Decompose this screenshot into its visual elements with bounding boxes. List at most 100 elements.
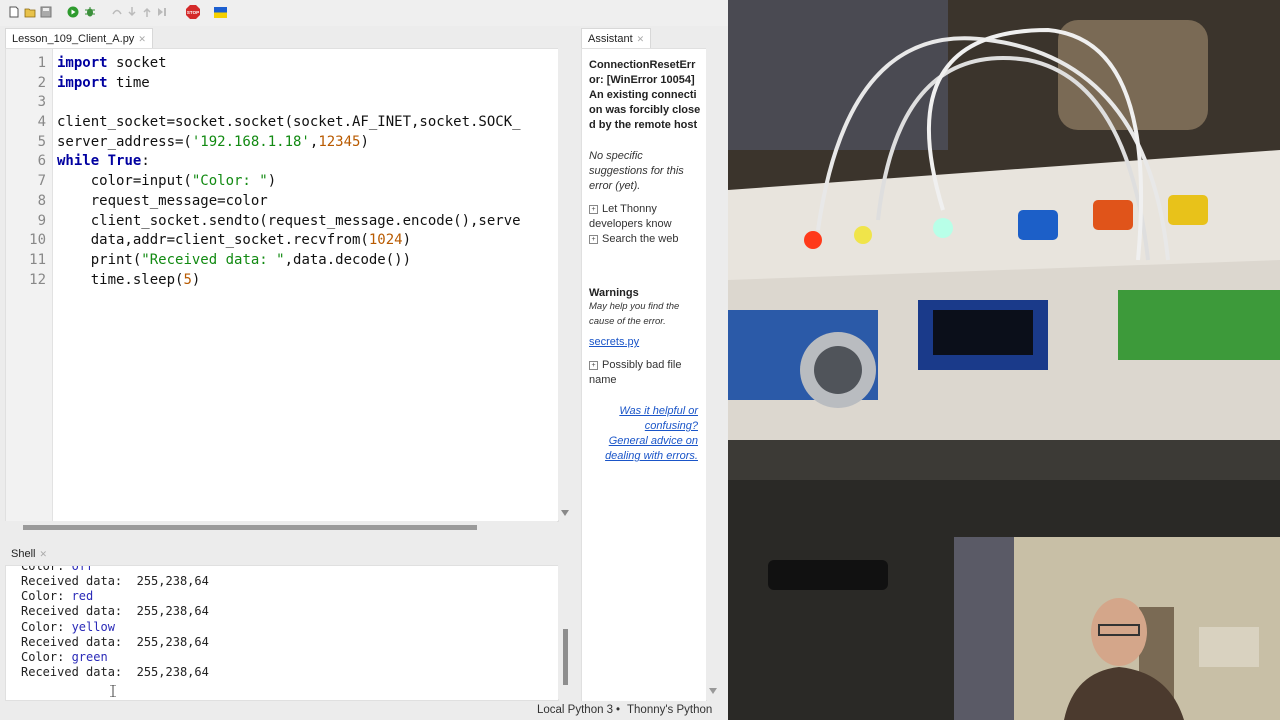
- line-number: 12: [29, 272, 46, 288]
- shell-prompt: Color:: [21, 589, 72, 603]
- general-advice-link[interactable]: General advice on dealing with errors.: [584, 434, 698, 464]
- search-web-item[interactable]: + Search the web: [589, 232, 701, 247]
- let-thonny-know-item[interactable]: + Let Thonny developers know: [589, 202, 701, 232]
- code-line: server_address=('192.168.1.18',12345): [57, 134, 369, 150]
- expand-icon[interactable]: +: [589, 235, 598, 244]
- code-line: import socket: [57, 55, 167, 71]
- line-number: 6: [37, 153, 46, 169]
- search-web-label: Search the web: [602, 233, 679, 245]
- stop-icon[interactable]: STOP: [186, 5, 200, 19]
- open-file-icon[interactable]: [24, 6, 36, 18]
- bad-file-name-item[interactable]: + Possibly bad file name: [589, 358, 701, 388]
- shell-scroll-thumb[interactable]: [563, 629, 568, 685]
- shell-prompt: Color:: [21, 650, 72, 664]
- shell-prompt: Color:: [21, 620, 72, 634]
- shell-line: Received data: 255,238,64: [21, 665, 209, 679]
- code-editor[interactable]: 1 2 3 4 5 6 7 8 9 10 11 12 import socket…: [5, 48, 559, 522]
- scroll-down-arrow-icon[interactable]: [561, 510, 569, 516]
- code-token: import: [57, 75, 108, 91]
- close-icon[interactable]: ✕: [138, 34, 146, 44]
- line-number: 10: [29, 232, 46, 248]
- editor-vertical-scrollbar[interactable]: [558, 48, 572, 520]
- shell-prompt: Color:: [21, 565, 72, 573]
- code-token: ): [267, 173, 277, 189]
- close-icon[interactable]: ✕: [39, 549, 47, 559]
- shell-line: Received data: 255,238,64: [21, 604, 209, 618]
- shell-line: Received data: 255,238,64: [21, 574, 209, 588]
- line-number: 2: [37, 75, 46, 91]
- let-thonny-know-label: Let Thonny developers know: [589, 203, 672, 230]
- step-into-icon: [128, 7, 136, 17]
- horizontal-scroll-thumb[interactable]: [23, 525, 477, 530]
- shell-vertical-scrollbar[interactable]: [558, 565, 572, 699]
- code-line: time.sleep(5): [57, 272, 201, 288]
- step-out-icon: [143, 7, 151, 17]
- code-token: socket: [107, 55, 167, 71]
- code-token: "Received data: ": [141, 252, 285, 268]
- code-token: ): [402, 232, 412, 248]
- shell-input: green: [71, 650, 108, 664]
- code-line: request_message=color: [57, 193, 268, 209]
- python-version-status[interactable]: Thonny's Python: [627, 704, 712, 716]
- tab-shell[interactable]: Shell ✕: [5, 544, 54, 564]
- ukraine-flag-icon[interactable]: [214, 7, 227, 18]
- tab-label: Lesson_109_Client_A.py: [12, 33, 135, 45]
- toolbar: STOP: [0, 0, 728, 26]
- code-token: while: [57, 153, 100, 169]
- save-icon[interactable]: [40, 6, 52, 18]
- run-icon[interactable]: [67, 6, 79, 18]
- code-line: print("Received data: ",data.decode()): [57, 252, 411, 268]
- code-token: server_address=(: [57, 134, 192, 150]
- editor-horizontal-scrollbar[interactable]: [5, 521, 557, 533]
- assistant-panel: ConnectionResetError: [WinError 10054] A…: [581, 48, 707, 702]
- scroll-down-arrow-icon[interactable]: [709, 688, 717, 694]
- tab-label: Shell: [11, 548, 36, 560]
- shell-console[interactable]: Color: off Received data: 255,238,64 Col…: [5, 565, 559, 701]
- warnings-subtitle: May help you find the cause of the error…: [589, 301, 680, 327]
- line-number: 3: [37, 94, 46, 110]
- interpreter-status[interactable]: Local Python 3: [537, 704, 613, 716]
- text-cursor-icon: [110, 685, 116, 697]
- code-token: 1024: [368, 232, 403, 248]
- code-token: ): [191, 272, 201, 288]
- code-token: :: [141, 153, 150, 169]
- expand-icon[interactable]: +: [589, 205, 598, 214]
- helpful-feedback-link[interactable]: Was it helpful or confusing?: [584, 404, 698, 434]
- code-token: 12345: [318, 134, 361, 150]
- presenter-photo: [954, 537, 1280, 720]
- code-line: client_socket=socket.socket(socket.AF_IN…: [57, 114, 521, 130]
- shell-line: Received data: 255,238,64: [21, 635, 209, 649]
- bad-file-name-label: Possibly bad file name: [589, 359, 682, 386]
- code-token: "Color: ": [191, 173, 268, 189]
- close-icon[interactable]: ✕: [637, 34, 645, 44]
- code-token: time: [107, 75, 150, 91]
- debug-icon[interactable]: [84, 6, 96, 18]
- code-token: color=input(: [57, 173, 192, 189]
- line-number: 11: [29, 252, 46, 268]
- code-token: ): [360, 134, 369, 150]
- tab-assistant[interactable]: Assistant ✕: [581, 28, 652, 49]
- webcam-presenter-overlay: [954, 537, 1280, 720]
- tab-label: Assistant: [588, 33, 633, 45]
- secrets-file-link[interactable]: secrets.py: [589, 335, 701, 350]
- status-bar: Local Python 3 • Thonny's Python: [0, 701, 728, 720]
- line-number: 4: [37, 114, 46, 130]
- code-token: time.sleep(: [57, 272, 184, 288]
- code-token: 5: [183, 272, 192, 288]
- new-file-icon[interactable]: [8, 6, 20, 18]
- assistant-vertical-scrollbar[interactable]: [706, 48, 720, 700]
- thonny-ide-window: STOP Lesson_109_Client_A.py ✕ 1 2 3 4 5 6…: [0, 0, 728, 720]
- tab-lesson-file[interactable]: Lesson_109_Client_A.py ✕: [5, 28, 153, 49]
- stop-label: STOP: [187, 10, 199, 15]
- shell-line: Color: red: [21, 589, 93, 603]
- code-token: print(: [57, 252, 142, 268]
- shell-line: Color: yellow: [21, 620, 115, 634]
- resume-icon: [158, 8, 166, 16]
- code-line: data,addr=client_socket.recvfrom(1024): [57, 232, 411, 248]
- code-token: data,addr=client_socket.recvfrom(: [57, 232, 369, 248]
- code-token: '192.168.1.18': [191, 134, 310, 150]
- code-line: client_socket.sendto(request_message.enc…: [57, 213, 521, 229]
- expand-icon[interactable]: +: [589, 361, 598, 370]
- shell-line: Color: off: [21, 565, 93, 573]
